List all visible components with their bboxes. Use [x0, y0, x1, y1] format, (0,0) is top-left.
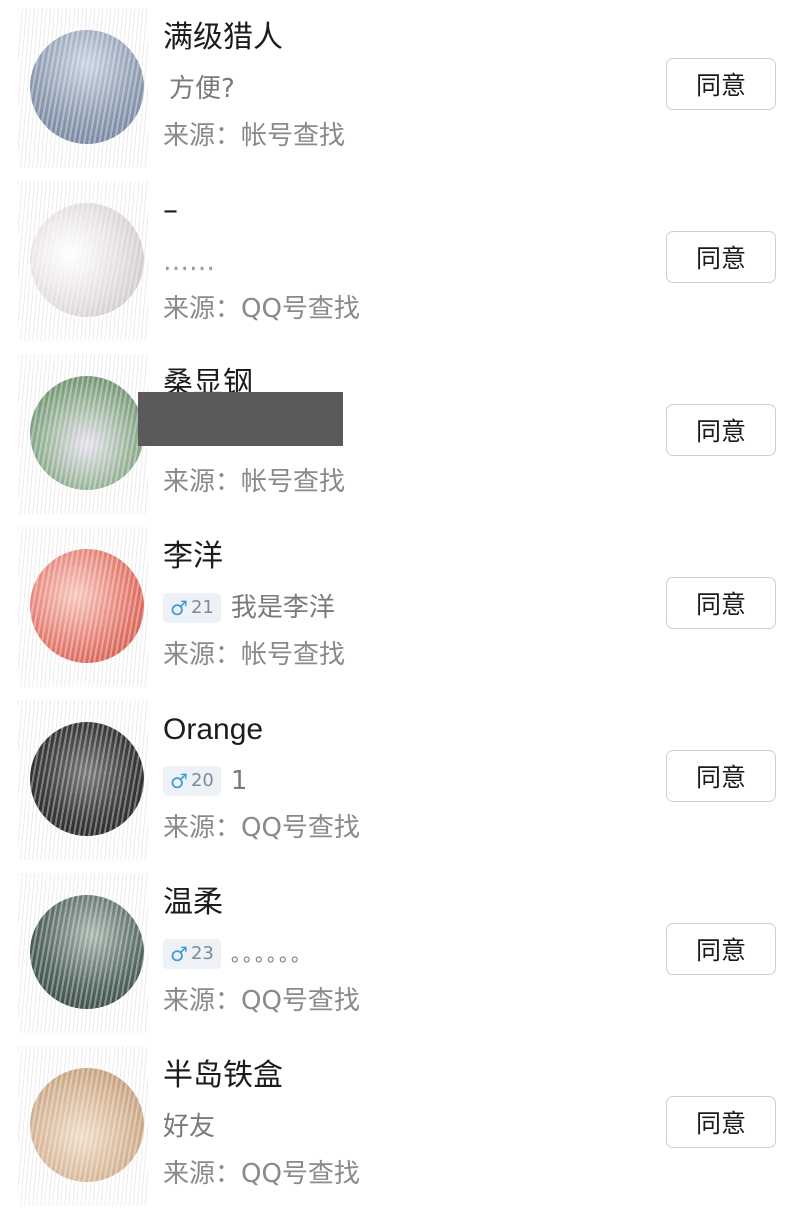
message-line: ♂ 20 1 [163, 762, 247, 800]
friend-request-item[interactable]: 李洋 ♂ 21 我是李洋 来源：帐号查找 同意 [0, 519, 809, 692]
avatar[interactable] [30, 895, 144, 1009]
requester-name: 李洋 [163, 539, 223, 574]
avatar[interactable] [30, 1068, 144, 1182]
avatar[interactable] [30, 722, 144, 836]
agree-button[interactable]: 同意 [666, 58, 776, 110]
agree-button[interactable]: 同意 [666, 923, 776, 975]
request-source: 来源：QQ号查找 [163, 294, 360, 324]
agree-button[interactable]: 同意 [666, 231, 776, 283]
friend-request-item[interactable]: 满级猎人 方便? 来源：帐号查找 同意 [0, 0, 809, 173]
message-line: 好友 [163, 1108, 215, 1146]
avatar[interactable] [30, 376, 144, 490]
request-source: 来源：QQ号查找 [163, 986, 360, 1016]
friend-request-item[interactable]: – …… 来源：QQ号查找 同意 [0, 173, 809, 346]
request-source: 来源：帐号查找 [163, 121, 346, 151]
agree-button[interactable]: 同意 [666, 577, 776, 629]
request-source: 来源：QQ号查找 [163, 1159, 360, 1189]
request-source: 来源：帐号查找 [163, 640, 346, 670]
friend-request-item[interactable]: 桑显钢 来源：帐号查找 同意 [0, 346, 809, 519]
agree-button[interactable]: 同意 [666, 750, 776, 802]
message-line: …… [163, 243, 215, 281]
avatar[interactable] [30, 203, 144, 317]
message-line: ♂ 23 。。。。。。 [163, 935, 313, 973]
gender-age-badge: ♂ 20 [163, 766, 221, 796]
agree-button[interactable]: 同意 [666, 404, 776, 456]
friend-request-item[interactable]: Orange ♂ 20 1 来源：QQ号查找 同意 [0, 692, 809, 865]
request-message: 。。。。。。 [230, 942, 313, 966]
requester-name: 温柔 [163, 885, 223, 920]
requester-name: – [163, 193, 178, 228]
requester-name: 满级猎人 [163, 20, 283, 55]
age-label: 20 [190, 770, 214, 791]
gender-age-badge: ♂ 23 [163, 939, 221, 969]
message-line: 方便? [163, 70, 235, 108]
male-icon: ♂ [170, 596, 188, 620]
request-message: …… [163, 247, 215, 277]
message-line: ♂ 21 我是李洋 [163, 589, 335, 627]
request-source: 来源：QQ号查找 [163, 813, 360, 843]
avatar[interactable] [30, 549, 144, 663]
requester-name: Orange [163, 713, 264, 746]
request-message: 1 [230, 766, 248, 796]
redaction-block [138, 392, 343, 446]
age-label: 23 [190, 943, 214, 964]
male-icon: ♂ [170, 942, 188, 966]
gender-age-badge: ♂ 21 [163, 593, 221, 623]
request-message: 好友 [163, 1112, 216, 1142]
request-message: 我是李洋 [230, 593, 335, 623]
request-source: 来源：帐号查找 [163, 467, 346, 497]
agree-button[interactable]: 同意 [666, 1096, 776, 1148]
male-icon: ♂ [170, 769, 188, 793]
friend-request-item[interactable]: 半岛铁盒 好友 来源：QQ号查找 同意 [0, 1038, 809, 1211]
friend-request-item[interactable]: 温柔 ♂ 23 。。。。。。 来源：QQ号查找 同意 [0, 865, 809, 1038]
friend-request-list: 满级猎人 方便? 来源：帐号查找 同意 – …… 来源：QQ号查找 同意 桑显钢… [0, 0, 809, 1206]
avatar[interactable] [30, 30, 144, 144]
age-label: 21 [190, 597, 214, 618]
requester-name: 半岛铁盒 [163, 1058, 283, 1093]
request-message: 方便? [169, 74, 235, 104]
